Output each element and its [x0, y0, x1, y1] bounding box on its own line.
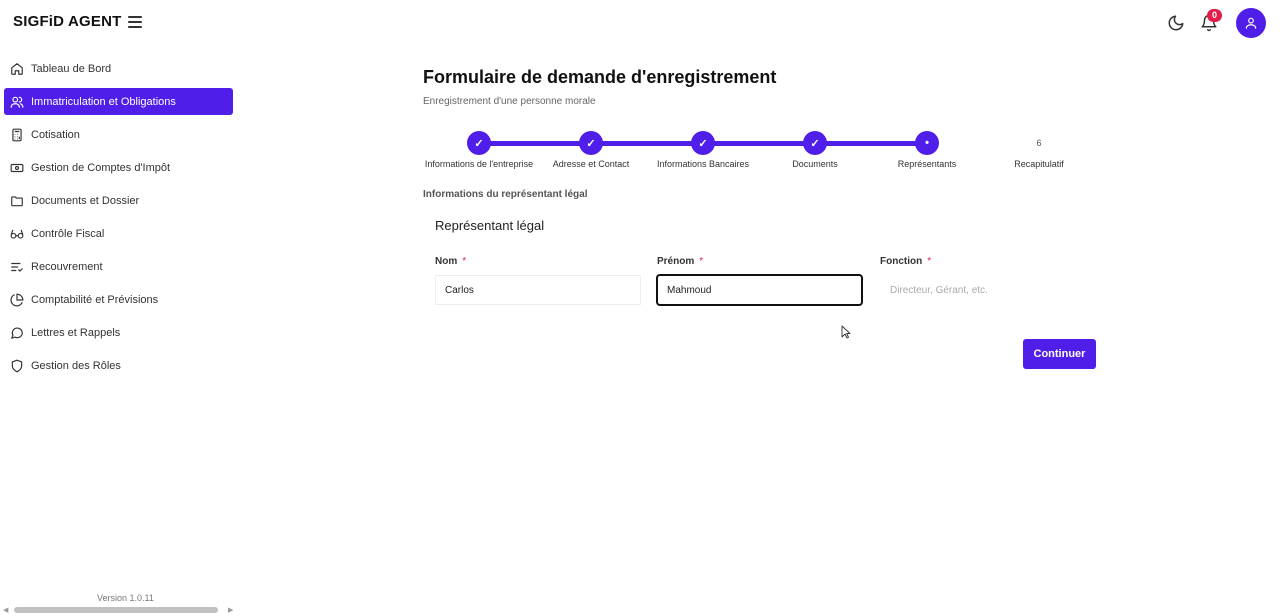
shield-icon [11, 359, 23, 372]
sidebar-item-label: Lettres et Rappels [31, 326, 121, 339]
sidebar-item-label: Gestion de Comptes d'Impôt [31, 161, 171, 174]
user-avatar-button[interactable] [1236, 8, 1266, 38]
required-marker: * [699, 256, 704, 267]
step-adresse-contact[interactable]: ✓ Adresse et Contact [535, 131, 647, 169]
step-label: Adresse et Contact [552, 159, 630, 169]
sidebar-item-label: Contrôle Fiscal [31, 227, 105, 240]
menu-toggle-button[interactable] [128, 16, 142, 28]
calculator-icon [12, 128, 22, 141]
step-label: Informations Bancaires [656, 159, 750, 169]
fonction-input[interactable] [880, 275, 1086, 305]
sidebar-item-gestion-roles[interactable]: Gestion des Rôles [4, 352, 233, 379]
fonction-label-text: Fonction [880, 256, 923, 267]
sidebar-item-label: Documents et Dossier [31, 194, 140, 207]
sidebar-item-controle-fiscal[interactable]: Contrôle Fiscal [4, 220, 233, 247]
step-representants[interactable]: • Représentants [871, 131, 983, 169]
moon-icon [1168, 15, 1184, 31]
step-label: Documents [792, 159, 838, 169]
sidebar-horizontal-scrollbar[interactable]: ◀ ▶ [0, 604, 240, 616]
step-informations-bancaires[interactable]: ✓ Informations Bancaires [647, 131, 759, 169]
user-icon [1245, 17, 1257, 29]
message-circle-icon [11, 326, 23, 339]
banknote-icon [10, 163, 24, 172]
dark-mode-toggle-button[interactable] [1167, 14, 1185, 32]
section-label: Informations du représentant légal [423, 189, 588, 200]
card-title: Représentant légal [435, 218, 545, 233]
app-brand: SIGFiD AGENT [13, 13, 122, 30]
page-subtitle: Enregistrement d'une personne morale [423, 96, 596, 107]
sidebar-item-label: Tableau de Bord [31, 62, 112, 75]
required-marker: * [462, 256, 467, 267]
sidebar-item-label: Recouvrement [31, 260, 103, 273]
sidebar-item-label: Cotisation [31, 128, 80, 141]
home-icon [11, 62, 23, 75]
glasses-icon [10, 229, 24, 239]
sidebar-item-cotisation[interactable]: Cotisation [4, 121, 233, 148]
fonction-label: Fonction * [880, 256, 931, 267]
step-check-icon: ✓ [803, 131, 827, 155]
sidebar-item-label: Comptabilité et Prévisions [31, 293, 159, 306]
step-check-icon: ✓ [691, 131, 715, 155]
page-title: Formulaire de demande d'enregistrement [423, 67, 777, 87]
prenom-label: Prénom * [657, 256, 703, 267]
prenom-label-text: Prénom [657, 256, 695, 267]
notification-count-badge: 0 [1207, 9, 1223, 22]
list-check-icon [11, 262, 23, 272]
sidebar: Tableau de Bord Immatriculation et Oblig… [4, 55, 233, 385]
step-check-icon: ✓ [467, 131, 491, 155]
step-recapitulatif[interactable]: 6 Recapitulatif [983, 131, 1095, 169]
sidebar-item-recouvrement[interactable]: Recouvrement [4, 253, 233, 280]
nom-label-text: Nom [435, 256, 458, 267]
sidebar-item-tableau-de-bord[interactable]: Tableau de Bord [4, 55, 233, 82]
sidebar-item-gestion-comptes[interactable]: Gestion de Comptes d'Impôt [4, 154, 233, 181]
sidebar-item-comptabilite[interactable]: Comptabilité et Prévisions [4, 286, 233, 313]
sidebar-item-label: Gestion des Rôles [31, 359, 121, 372]
pie-chart-icon [10, 293, 24, 306]
sidebar-item-immatriculation[interactable]: Immatriculation et Obligations [4, 88, 233, 115]
sidebar-item-lettres[interactable]: Lettres et Rappels [4, 319, 233, 346]
scroll-right-arrow-icon[interactable]: ▶ [228, 606, 233, 614]
prenom-input[interactable] [656, 274, 863, 306]
continue-button[interactable]: Continuer [1023, 339, 1096, 369]
folder-icon [11, 195, 23, 206]
step-documents[interactable]: ✓ Documents [759, 131, 871, 169]
step-label: Représentants [897, 159, 957, 169]
sidebar-item-label: Immatriculation et Obligations [31, 95, 176, 108]
sidebar-item-documents[interactable]: Documents et Dossier [4, 187, 233, 214]
nom-label: Nom * [435, 256, 466, 267]
step-number: 6 [1036, 138, 1042, 148]
step-check-icon: ✓ [579, 131, 603, 155]
scrollbar-thumb[interactable] [14, 607, 218, 613]
step-current-dot-icon: • [915, 131, 939, 155]
required-marker: * [927, 256, 932, 267]
scroll-left-arrow-icon[interactable]: ◀ [3, 606, 8, 614]
step-informations-entreprise[interactable]: ✓ Informations de l'entreprise [423, 131, 535, 169]
mouse-cursor-icon [841, 325, 851, 339]
app-version: Version 1.0.11 [97, 593, 154, 603]
nom-input[interactable] [435, 275, 641, 305]
users-icon [10, 96, 24, 108]
step-label: Informations de l'entreprise [424, 159, 534, 169]
form-stepper: ✓ Informations de l'entreprise ✓ Adresse… [423, 131, 1095, 175]
step-label: Recapitulatif [1014, 159, 1064, 169]
